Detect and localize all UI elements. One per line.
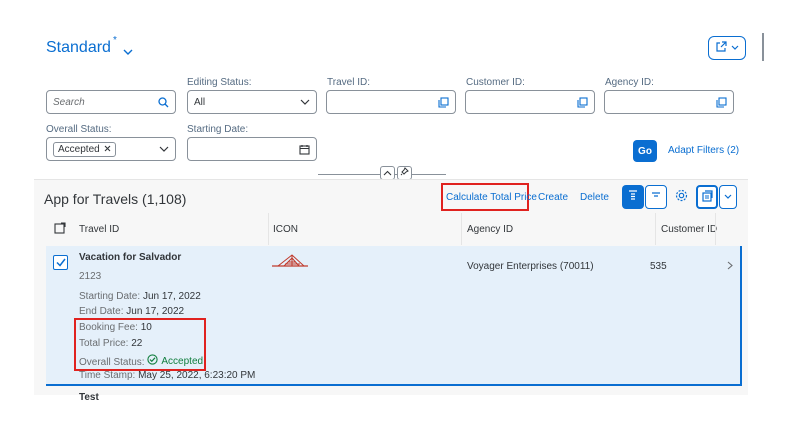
chevron-up-icon <box>383 167 392 179</box>
variant-modified-marker: * <box>112 35 117 46</box>
hide-details-button[interactable] <box>645 185 667 209</box>
pin-header-button[interactable] <box>397 166 412 180</box>
chevron-down-icon <box>731 42 739 54</box>
chevron-down-icon <box>724 191 732 203</box>
search-icon[interactable] <box>158 96 169 108</box>
attr-time-stamp: Time Stamp: May 25, 2022, 6:23:20 PM <box>79 370 256 381</box>
editing-status-value: All <box>194 96 206 108</box>
travel-id-label: Travel ID: <box>327 77 370 88</box>
settings-button[interactable] <box>670 185 692 209</box>
starting-date-picker[interactable] <box>187 137 317 161</box>
export-icon <box>701 189 713 205</box>
show-details-icon <box>628 190 638 204</box>
attr-end-date: End Date: Jun 17, 2022 <box>79 306 185 317</box>
calendar-icon[interactable] <box>299 144 310 155</box>
customer-id-label: Customer ID: <box>466 77 525 88</box>
column-divider <box>655 213 656 245</box>
column-divider <box>268 213 269 245</box>
table-header-row: Travel ID ICON Agency ID Customer ID <box>46 216 746 242</box>
go-button[interactable]: Go <box>633 140 657 162</box>
chevron-down-icon <box>159 146 169 153</box>
delete-button[interactable]: Delete <box>580 192 609 203</box>
column-divider <box>715 213 716 245</box>
agency-id-label: Agency ID: <box>605 77 654 88</box>
export-button[interactable] <box>696 185 718 209</box>
column-header-travel-id[interactable]: Travel ID <box>79 224 119 235</box>
overall-status-multicombo[interactable]: Accepted <box>46 137 176 161</box>
share-button[interactable] <box>708 36 746 60</box>
column-divider <box>461 213 462 245</box>
customer-id-field[interactable] <box>465 90 595 114</box>
show-details-button[interactable] <box>622 185 644 209</box>
collapse-header-button[interactable] <box>380 166 395 180</box>
row-agency: Voyager Enterprises (70011) <box>467 261 594 272</box>
column-header-customer-id[interactable]: Customer ID <box>661 224 717 235</box>
variant-name: Standard <box>46 39 111 56</box>
variant-selector[interactable]: Standard * <box>46 35 133 61</box>
value-help-icon[interactable] <box>716 96 727 108</box>
attr-starting-date: Starting Date: Jun 17, 2022 <box>79 291 201 302</box>
hide-details-icon <box>651 191 661 203</box>
value-help-icon[interactable] <box>438 96 449 108</box>
pin-icon <box>400 167 409 179</box>
close-icon[interactable] <box>104 144 111 155</box>
editing-status-select[interactable]: All <box>187 90 317 114</box>
gear-icon <box>675 189 688 205</box>
select-all-icon[interactable] <box>54 221 66 237</box>
editing-status-label: Editing Status: <box>187 77 252 88</box>
row-checkbox[interactable] <box>53 255 68 270</box>
calculate-total-price-button[interactable]: Calculate Total Price <box>446 192 537 203</box>
row-title: Test <box>79 392 99 403</box>
highlight-box <box>74 318 206 371</box>
table-title: App for Travels (1,108) <box>44 191 187 207</box>
starting-date-label: Starting Date: <box>187 124 249 135</box>
share-icon <box>715 40 727 56</box>
page-divider <box>762 33 764 61</box>
search-field[interactable]: Search <box>46 90 176 114</box>
overall-status-label: Overall Status: <box>46 124 112 135</box>
row-id: 2123 <box>79 271 102 282</box>
row-customer: 535 <box>650 261 667 272</box>
agency-id-field[interactable] <box>604 90 734 114</box>
column-header-icon[interactable]: ICON <box>273 224 298 235</box>
search-input[interactable]: Search <box>53 97 158 108</box>
create-button[interactable]: Create <box>538 192 568 203</box>
chevron-down-icon <box>300 99 310 106</box>
value-help-icon[interactable] <box>577 96 588 108</box>
tent-icon <box>272 253 308 270</box>
column-header-agency-id[interactable]: Agency ID <box>467 224 513 235</box>
chevron-right-icon[interactable] <box>727 261 733 273</box>
row-title: Vacation for Salvador <box>79 252 182 263</box>
export-menu-button[interactable] <box>719 185 737 209</box>
filter-token[interactable]: Accepted <box>53 141 116 157</box>
adapt-filters-button[interactable]: Adapt Filters (2) <box>668 145 739 156</box>
chevron-down-icon <box>123 43 133 61</box>
travel-id-field[interactable] <box>326 90 456 114</box>
token-label: Accepted <box>58 143 100 155</box>
